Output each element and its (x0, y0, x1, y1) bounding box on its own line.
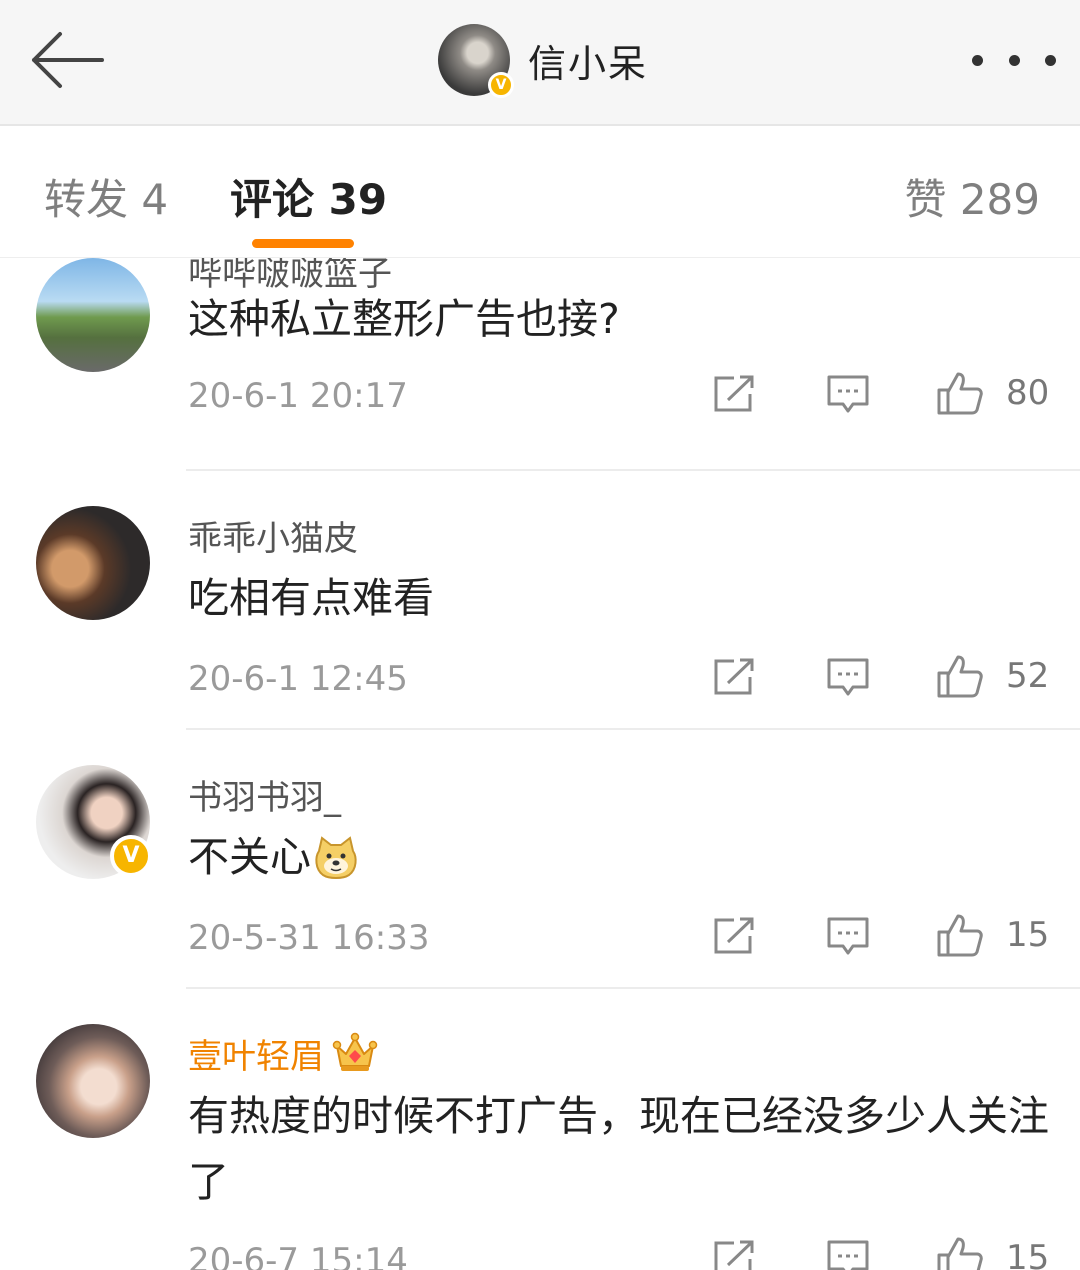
comment-item: 哔哔啵啵篮子 这种私立整形广告也接? 20-6-1 20:17 80 (0, 258, 1080, 471)
crown-icon (332, 1032, 378, 1083)
verified-badge-icon: V (110, 835, 152, 877)
share-icon[interactable] (712, 916, 756, 960)
comment-time: 20-6-7 15:14 (188, 1241, 408, 1270)
reply-icon[interactable] (826, 916, 870, 962)
comment-text: 有热度的时候不打广告，现在已经没多少人关注了 (188, 1092, 1049, 1206)
comment-item: 乖乖小猫皮 吃相有点难看 20-6-1 12:45 52 (0, 471, 1080, 730)
more-dot (1045, 54, 1056, 66)
like-count: 80 (1006, 373, 1050, 413)
like-button[interactable]: 80 (936, 370, 1049, 416)
comment-item: 壹叶轻眉 有热度的时候不打广告，现在已经没多少人关注了 20-6-7 15:14… (0, 989, 1080, 1270)
like-button[interactable]: 15 (936, 912, 1049, 958)
active-tab-indicator (252, 239, 354, 248)
reply-icon[interactable] (826, 1239, 870, 1270)
like-button[interactable]: 52 (936, 653, 1049, 699)
avatar[interactable] (36, 258, 150, 372)
thumbs-up-icon (937, 372, 983, 415)
share-icon[interactable] (712, 1239, 756, 1270)
avatar[interactable] (36, 506, 150, 620)
back-arrow-icon[interactable] (28, 28, 108, 92)
thumbs-up-icon (937, 914, 983, 957)
thumbs-up-icon (937, 1237, 983, 1270)
like-button[interactable]: 15 (936, 1235, 1049, 1270)
share-icon[interactable] (712, 657, 756, 701)
thumbs-up-icon (937, 655, 983, 698)
comment-list: 哔哔啵啵篮子 这种私立整形广告也接? 20-6-1 20:17 80 乖乖小猫皮… (0, 258, 1080, 1270)
comment-text-content: 不关心 (188, 833, 311, 881)
like-count: 15 (1006, 1238, 1050, 1270)
like-count: 15 (1006, 915, 1050, 955)
avatar[interactable]: V (438, 24, 514, 98)
comment-time: 20-5-31 16:33 (188, 918, 430, 958)
top-bar: V 信小呆 (0, 0, 1080, 126)
comment-text: 不关心 (188, 824, 1058, 900)
comment-username[interactable]: 壹叶轻眉 (188, 1029, 378, 1083)
more-dots-icon[interactable] (972, 44, 1056, 76)
verified-badge-icon: V (488, 72, 514, 98)
share-icon[interactable] (712, 374, 756, 418)
tab-comments[interactable]: 评论 39 (230, 166, 387, 227)
comment-username[interactable]: 书羽书羽_ (188, 770, 341, 819)
comment-time: 20-6-1 12:45 (188, 659, 408, 699)
comment-username-text: 壹叶轻眉 (188, 1037, 324, 1077)
more-dot (1008, 54, 1020, 66)
more-dot (972, 54, 983, 66)
comment-text: 这种私立整形广告也接? (188, 295, 620, 343)
like-count: 52 (1006, 656, 1050, 696)
page-title: 信小呆 (528, 41, 649, 86)
comment-time: 20-6-1 20:17 (188, 376, 408, 416)
doge-icon (313, 834, 359, 900)
reply-icon[interactable] (826, 657, 870, 703)
reply-icon[interactable] (826, 374, 870, 420)
comment-username[interactable]: 乖乖小猫皮 (188, 511, 358, 560)
profile-header[interactable]: V 信小呆 (438, 24, 649, 98)
tab-likes[interactable]: 赞 289 (904, 166, 1040, 227)
comment-item: V 书羽书羽_ 不关心 20-5-31 16:33 15 (0, 730, 1080, 989)
avatar[interactable] (36, 1024, 150, 1138)
avatar[interactable]: V (36, 765, 152, 879)
tab-reposts[interactable]: 转发 4 (44, 166, 168, 227)
tab-bar: 转发 4 评论 39 赞 289 (0, 128, 1080, 258)
comment-text: 吃相有点难看 (188, 574, 434, 622)
